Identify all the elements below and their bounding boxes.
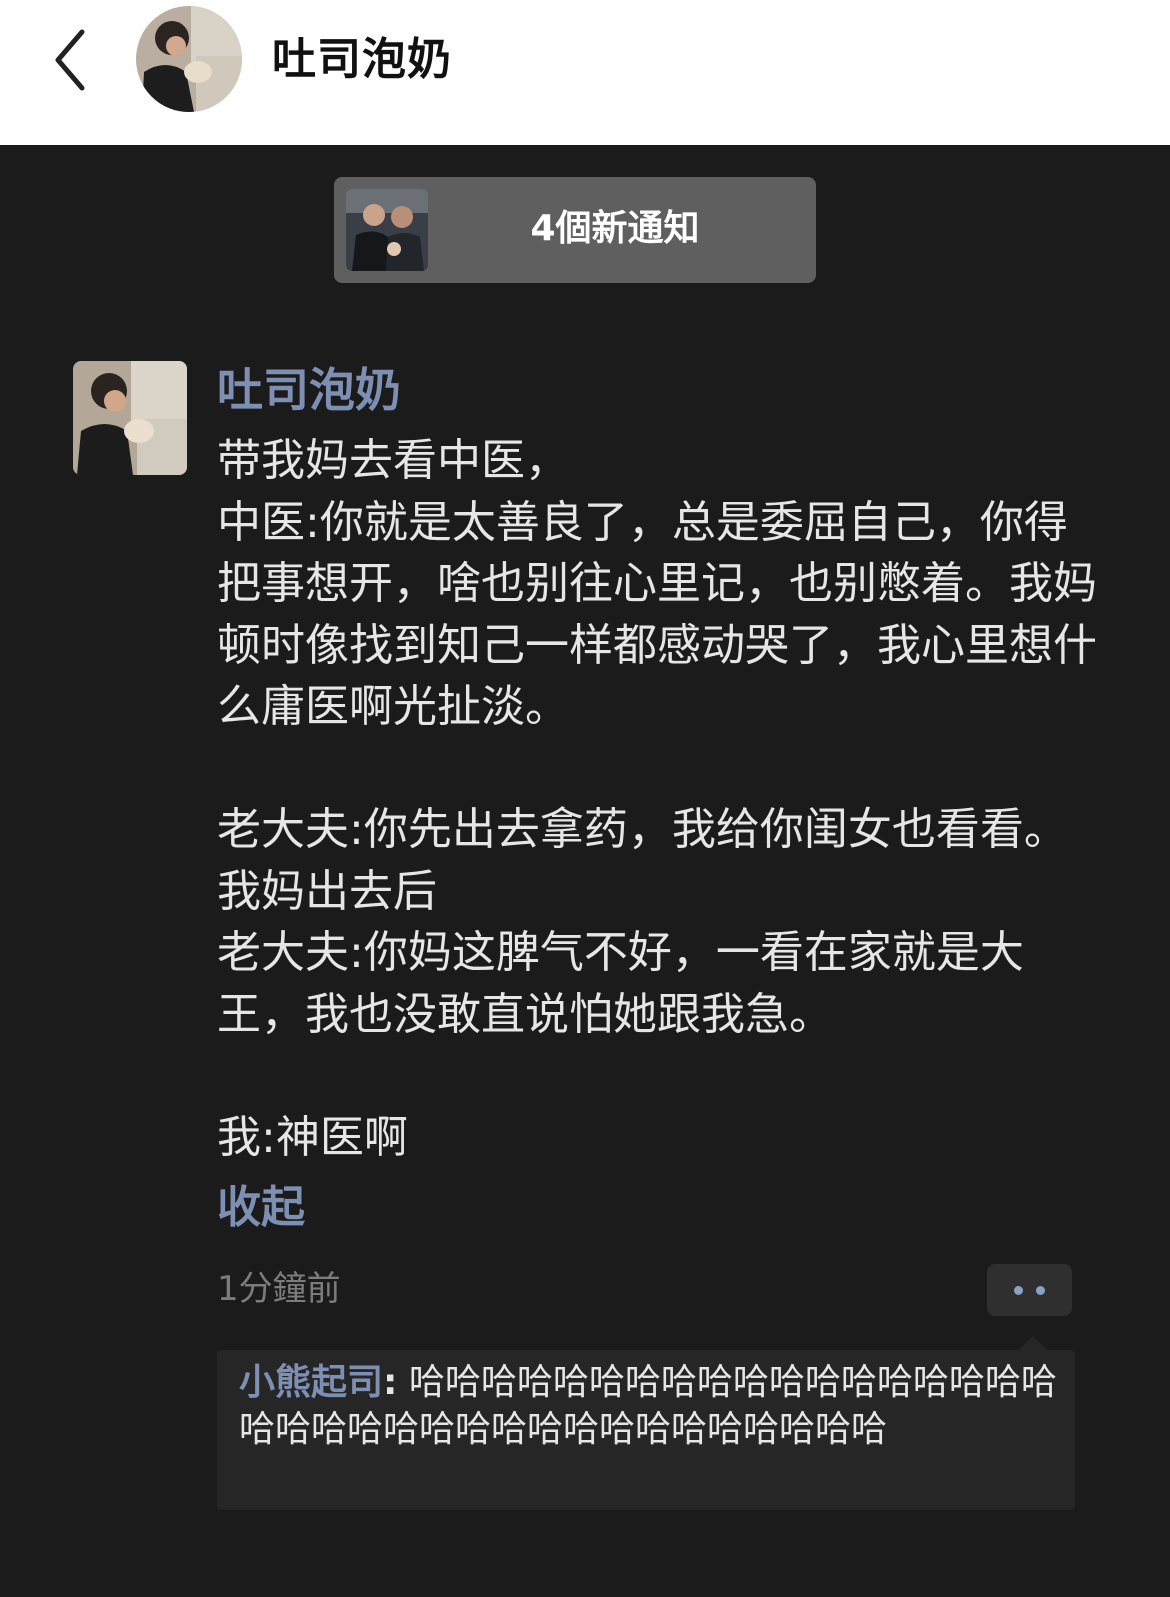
more-dots-icon xyxy=(1014,1286,1023,1295)
chevron-left-icon xyxy=(55,29,85,91)
collapse-link[interactable]: 收起 xyxy=(217,1178,305,1238)
notification-avatar xyxy=(346,189,428,271)
post-paragraph: 带我妈去看中医， 中医:你就是太善良了，总是委屈自己，你得把事想开，啥也别往心里… xyxy=(217,435,1097,732)
comment-author[interactable]: 小熊起司 xyxy=(239,1362,383,1403)
author-photo-image xyxy=(73,361,187,475)
comment-separator: : xyxy=(383,1362,398,1403)
new-notifications-button[interactable]: 4個新通知 xyxy=(334,177,816,283)
post-author-name[interactable]: 吐司泡奶 xyxy=(217,360,401,420)
more-dots-icon xyxy=(1036,1286,1045,1295)
comments-section: 小熊起司: 哈哈哈哈哈哈哈哈哈哈哈哈哈哈哈哈哈哈哈哈哈哈哈哈哈哈哈哈哈哈哈哈哈哈… xyxy=(217,1336,1075,1510)
notification-photo-image xyxy=(346,189,428,271)
comment-pointer xyxy=(1019,1336,1047,1350)
top-nav-bar: 吐司泡奶 xyxy=(0,0,1170,145)
avatar-photo-image xyxy=(136,6,242,112)
post-content: 带我妈去看中医， 中医:你就是太善良了，总是委屈自己，你得把事想开，啥也别往心里… xyxy=(217,430,1097,1168)
post-paragraph: 我:神医啊 xyxy=(217,1111,408,1163)
comment-item[interactable]: 小熊起司: 哈哈哈哈哈哈哈哈哈哈哈哈哈哈哈哈哈哈哈哈哈哈哈哈哈哈哈哈哈哈哈哈哈哈… xyxy=(239,1360,1061,1453)
back-button[interactable] xyxy=(42,22,102,98)
author-avatar[interactable] xyxy=(73,361,187,475)
page-title: 吐司泡奶 xyxy=(272,34,452,85)
header-avatar[interactable] xyxy=(136,6,242,112)
notification-label: 4個新通知 xyxy=(530,208,700,249)
post-timestamp: 1分鐘前 xyxy=(217,1269,341,1309)
more-actions-button[interactable] xyxy=(987,1264,1072,1316)
post-paragraph: 老大夫:你先出去拿药，我给你闺女也看看。我妈出去后 老大夫:你妈这脾气不好，一看… xyxy=(217,804,1068,1040)
